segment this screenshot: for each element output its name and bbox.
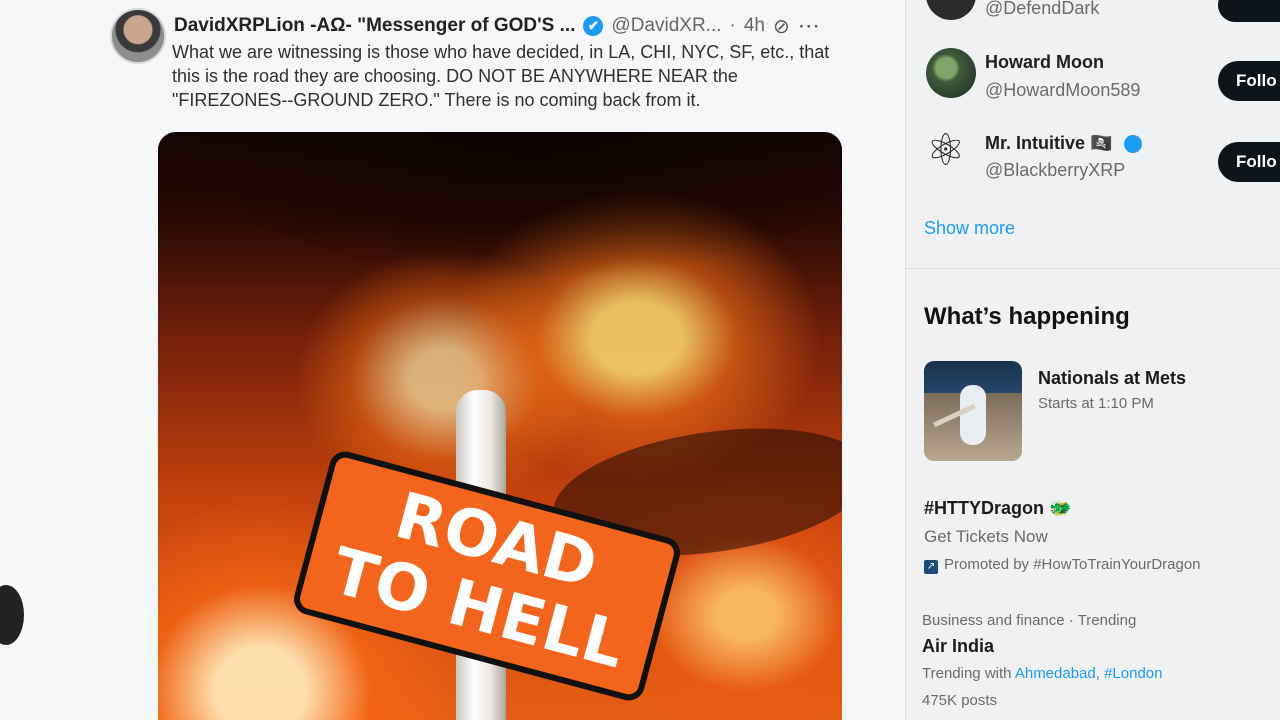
trend-link-ahmedabad[interactable]: Ahmedabad	[1015, 665, 1096, 682]
trend-post-count: 475K posts	[922, 692, 998, 709]
show-more-link[interactable]: Show more	[924, 218, 1015, 239]
follow-button[interactable]: Follo	[1218, 61, 1280, 101]
smoke-cloud	[158, 132, 842, 282]
promoted-subtitle[interactable]: Get Tickets Now	[924, 527, 1048, 547]
verified-badge-icon	[1124, 135, 1142, 153]
follow-handle: @HowardMoon589	[985, 80, 1141, 100]
tweet-header: DavidXRPLion -AΩ- "Messenger of GOD'S ..…	[174, 12, 864, 40]
tweet-media-image[interactable]: ROAD TO HELL	[158, 132, 842, 720]
verified-badge-icon: ✔	[583, 16, 604, 36]
trending-with-label: Trending with	[922, 665, 1012, 682]
follow-handle: @BlackberryXRP	[985, 160, 1126, 180]
trend-context: Business and finance · Trending	[922, 612, 1137, 629]
batter-figure	[960, 385, 986, 445]
grok-icon[interactable]: ⊘	[773, 14, 790, 39]
follow-avatar[interactable]	[926, 48, 976, 98]
follow-name[interactable]: Mr. Intuitive 🏴‍☠️	[985, 133, 1112, 154]
event-subtitle: Starts at 1:10 PM	[1038, 395, 1154, 412]
tweet-time[interactable]: 4h	[744, 15, 765, 37]
author-handle[interactable]: @DavidXR...	[611, 15, 721, 37]
event-title[interactable]: Nationals at Mets	[1038, 368, 1186, 389]
event-thumbnail[interactable]	[924, 361, 1022, 461]
author-name[interactable]: DavidXRPLion -AΩ- "Messenger of GOD'S ..…	[174, 15, 575, 37]
whats-happening-title: What’s happening	[924, 303, 1130, 330]
follow-button[interactable]	[1218, 0, 1280, 22]
trending-with-row: Trending with Ahmedabad, #London	[922, 665, 1163, 682]
tweet-text: What we are witnessing is those who have…	[172, 42, 830, 110]
author-avatar[interactable]	[110, 8, 166, 64]
promoted-icon: ↗	[924, 560, 938, 574]
trend-title[interactable]: Air India	[922, 636, 994, 657]
atom-icon[interactable]: ⚛	[926, 126, 965, 176]
follow-button[interactable]: Follo	[1218, 142, 1280, 182]
more-options-icon[interactable]: ⋯	[798, 13, 821, 39]
follow-handle: @DefendDark	[985, 0, 1100, 18]
trend-comma: ,	[1095, 665, 1100, 682]
edge-shadow	[0, 585, 24, 645]
trend-link-london[interactable]: #London	[1104, 665, 1162, 682]
promoted-by-text: Promoted by #HowToTrainYourDragon	[944, 556, 1201, 573]
separator-dot: ·	[729, 15, 736, 36]
follow-name[interactable]: Howard Moon	[985, 52, 1104, 73]
promoted-by-row[interactable]: ↗ Promoted by #HowToTrainYourDragon	[924, 556, 1201, 574]
promoted-title[interactable]: #HTTYDragon 🐲	[924, 498, 1071, 519]
section-divider	[905, 268, 1280, 269]
feed-column: DavidXRPLion -AΩ- "Messenger of GOD'S ..…	[0, 0, 905, 720]
